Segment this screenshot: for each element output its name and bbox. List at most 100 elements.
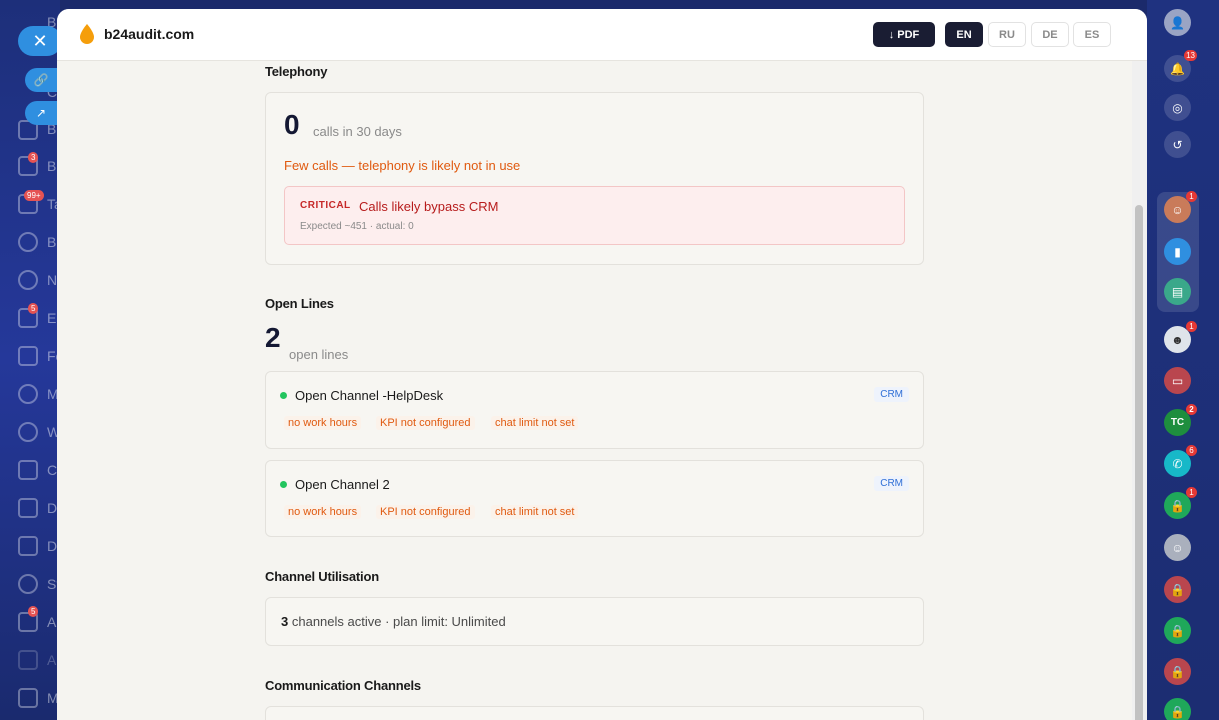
- pdf-download-button[interactable]: ↓ PDF: [873, 22, 935, 47]
- utilisation-text: 3 channels active · plan limit: Unlimite…: [281, 614, 506, 629]
- contact-card-button[interactable]: ▭: [1164, 367, 1191, 394]
- communication-title: Communication Channels: [265, 678, 421, 693]
- right-bar: 👤 🔔 13 ◎ ↺ ☺ 1 ▮ ▤ ☻ 1 ▭ TC 2 ✆ 6 🔒 1 ☺: [1147, 0, 1219, 720]
- panel-header: b24audit.com ↓ PDF EN RU DE ES: [57, 9, 1147, 61]
- critical-tag: CRITICAL: [300, 200, 351, 211]
- locked-chat[interactable]: 🔒: [1164, 576, 1191, 603]
- sidebar-icon[interactable]: [18, 536, 38, 556]
- sidebar-icon[interactable]: [18, 574, 38, 594]
- drop-logo-icon: [80, 24, 94, 44]
- locked-chat[interactable]: 🔒: [1164, 698, 1191, 720]
- sidebar-label: A: [47, 652, 57, 668]
- phone-icon: ✆: [1172, 456, 1183, 471]
- channel-card[interactable]: Open Channel 2 CRM no work hours KPI not…: [265, 460, 924, 537]
- sidebar-icon[interactable]: [18, 346, 38, 366]
- contact-avatar[interactable]: ☻ 1: [1164, 321, 1197, 353]
- channel-name: Open Channel -HelpDesk: [295, 388, 444, 403]
- person-icon: ☺: [1171, 202, 1184, 217]
- bookmark-icon: ▮: [1174, 244, 1181, 259]
- lock-icon: 🔒: [1170, 623, 1185, 638]
- scrollbar[interactable]: [1132, 61, 1147, 720]
- user-avatar[interactable]: 👤: [1164, 9, 1191, 36]
- user-icon: 👤: [1170, 15, 1185, 30]
- lock-icon: 🔒: [1170, 582, 1185, 597]
- bell-icon: 🔔: [1170, 61, 1185, 76]
- locked-chat[interactable]: 🔒: [1164, 617, 1191, 644]
- lang-de-button[interactable]: DE: [1031, 22, 1069, 47]
- open-new-window-button[interactable]: ↗: [25, 101, 57, 125]
- calls-count: 0: [284, 109, 300, 140]
- issue-tag: no work hours: [284, 505, 362, 519]
- external-link-icon: ↗: [35, 106, 47, 120]
- channel-name: Open Channel 2: [295, 477, 390, 492]
- locked-chat[interactable]: 🔒: [1164, 658, 1191, 685]
- sidebar-label: D: [47, 538, 58, 554]
- person-icon: ☻: [1171, 332, 1184, 347]
- lang-es-button[interactable]: ES: [1073, 22, 1111, 47]
- contact-badge: 1: [1186, 191, 1197, 202]
- lock-icon: 🔒: [1170, 704, 1185, 719]
- copy-link-button[interactable]: 🔗: [25, 68, 57, 92]
- brand-name: b24audit.com: [104, 26, 195, 42]
- contact-avatar[interactable]: ☺: [1164, 534, 1191, 561]
- sidebar-label: A: [47, 614, 57, 630]
- tc-icon: TC: [1170, 417, 1185, 428]
- telephony-warning: Few calls — telephony is likely not in u…: [284, 158, 521, 173]
- utilisation-card: 3 channels active · plan limit: Unlimite…: [265, 597, 924, 646]
- sidebar-icon[interactable]: [18, 688, 38, 708]
- sidebar-icon[interactable]: [18, 232, 38, 252]
- sidebar-label: D: [47, 500, 58, 516]
- crm-badge: CRM: [874, 387, 909, 402]
- search-button[interactable]: ◎: [1164, 94, 1191, 121]
- issue-tag: chat limit not set: [491, 505, 579, 519]
- channel-card[interactable]: Open Channel -HelpDesk CRM no work hours…: [265, 371, 924, 449]
- issue-tag: KPI not configured: [376, 505, 475, 519]
- bookmark-button[interactable]: ▮: [1164, 238, 1191, 265]
- sidebar-icon[interactable]: [18, 650, 38, 670]
- chat-button[interactable]: ↺: [1164, 131, 1191, 158]
- close-icon: ✕: [32, 30, 48, 51]
- locked-chat[interactable]: 🔒 1: [1164, 487, 1197, 519]
- notifications-button[interactable]: 🔔 13: [1164, 50, 1197, 82]
- critical-alert: CRITICAL Calls likely bypass CRM Expecte…: [284, 186, 905, 245]
- call-button[interactable]: ✆ 6: [1164, 445, 1197, 477]
- notes-button[interactable]: ▤: [1164, 278, 1191, 305]
- id-card-icon: ▭: [1171, 373, 1184, 388]
- issue-tag: chat limit not set: [491, 416, 579, 430]
- sidebar-icon[interactable]: [18, 422, 38, 442]
- sidebar-icon[interactable]: [18, 460, 38, 480]
- lang-en-button[interactable]: EN: [945, 22, 983, 47]
- online-status-dot: [280, 392, 287, 399]
- notes-icon: ▤: [1171, 284, 1184, 299]
- audit-panel: b24audit.com ↓ PDF EN RU DE ES Telephony…: [57, 9, 1147, 720]
- notifications-badge: 13: [1184, 50, 1197, 61]
- sidebar-badge: 99+: [24, 190, 44, 201]
- close-slider-button[interactable]: ✕: [18, 26, 62, 56]
- sidebar-icon[interactable]: [18, 270, 38, 290]
- sidebar-icon[interactable]: [18, 384, 38, 404]
- scrollbar-thumb[interactable]: [1135, 205, 1143, 720]
- calls-label: calls in 30 days: [313, 124, 402, 139]
- contact-badge: 2: [1186, 404, 1197, 415]
- lang-ru-button[interactable]: RU: [988, 22, 1026, 47]
- fingerprint-icon: ◎: [1172, 100, 1183, 115]
- communication-card: [265, 706, 924, 720]
- open-lines-title: Open Lines: [265, 296, 334, 311]
- issue-tag: KPI not configured: [376, 416, 475, 430]
- active-channels-count: 3: [281, 614, 289, 629]
- sidebar-label: C: [47, 462, 58, 478]
- critical-detail: Expected ~451 · actual: 0: [300, 221, 414, 232]
- open-lines-label: open lines: [289, 347, 349, 362]
- telephony-title: Telephony: [265, 64, 328, 79]
- sidebar-label: N: [47, 272, 58, 288]
- online-status-dot: [280, 481, 287, 488]
- contact-tc[interactable]: TC 2: [1164, 404, 1197, 436]
- telephony-card: 0 calls in 30 days Few calls — telephony…: [265, 92, 924, 265]
- utilisation-title: Channel Utilisation: [265, 569, 379, 584]
- open-lines-count: 2: [265, 322, 281, 353]
- chat-badge: 1: [1186, 487, 1197, 498]
- link-icon: 🔗: [33, 73, 49, 87]
- lock-icon: 🔒: [1170, 498, 1185, 513]
- contact-avatar[interactable]: ☺ 1: [1164, 191, 1197, 223]
- sidebar-icon[interactable]: [18, 498, 38, 518]
